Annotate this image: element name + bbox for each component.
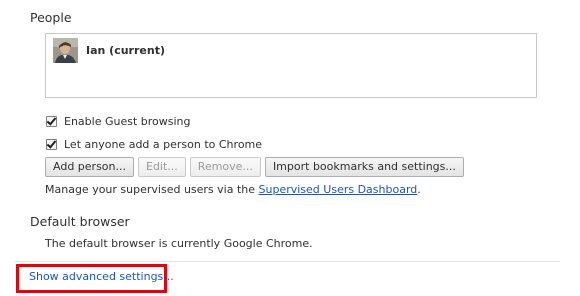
- supervised-users-text: Manage your supervised users via the Sup…: [45, 183, 421, 196]
- section-divider: [15, 261, 560, 262]
- people-list[interactable]: Ian (current): [45, 33, 537, 98]
- anyone-add-checkbox[interactable]: [46, 139, 57, 150]
- guest-browsing-checkbox[interactable]: [46, 116, 57, 127]
- supervised-users-dashboard-link[interactable]: Supervised Users Dashboard: [259, 183, 418, 196]
- guest-browsing-label[interactable]: Enable Guest browsing: [64, 115, 191, 128]
- edit-person-button[interactable]: Edit...: [138, 157, 186, 177]
- remove-person-button[interactable]: Remove...: [189, 157, 261, 177]
- anyone-add-label[interactable]: Let anyone add a person to Chrome: [64, 138, 262, 151]
- import-bookmarks-button[interactable]: Import bookmarks and settings...: [264, 157, 464, 177]
- show-advanced-settings-link[interactable]: Show advanced settings...: [29, 270, 174, 283]
- guest-browsing-option[interactable]: Enable Guest browsing: [46, 115, 191, 128]
- default-browser-status: The default browser is currently Google …: [45, 237, 313, 250]
- supervised-users-prefix: Manage your supervised users via the: [45, 183, 259, 196]
- profile-name: Ian (current): [86, 44, 165, 57]
- profile-item[interactable]: Ian (current): [53, 38, 165, 63]
- people-section-title: People: [30, 10, 72, 25]
- default-browser-title: Default browser: [30, 214, 130, 229]
- supervised-users-suffix: .: [417, 183, 421, 196]
- people-buttons: Add person... Edit... Remove... Import b…: [45, 157, 464, 177]
- anyone-add-option[interactable]: Let anyone add a person to Chrome: [46, 138, 262, 151]
- add-person-button[interactable]: Add person...: [45, 157, 134, 177]
- person-photo-icon: [53, 38, 78, 63]
- settings-page: People Ian (current) Enable Guest browsi…: [0, 0, 580, 296]
- avatar: [53, 38, 78, 63]
